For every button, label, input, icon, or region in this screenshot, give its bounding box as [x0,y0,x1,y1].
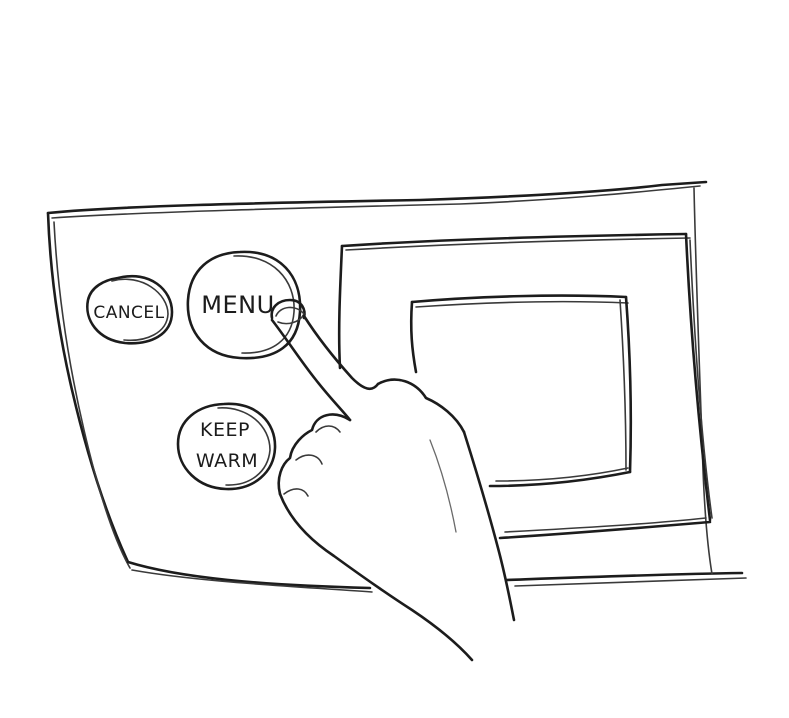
keep-warm-button-label-line2: WARM [196,450,258,472]
control-panel-sketch: CANCEL MENU KEEP WARM [46,180,747,662]
menu-button-label: MENU [201,291,274,319]
cancel-button[interactable]: CANCEL [86,275,174,345]
display-frame [337,232,713,540]
display-screen [409,294,633,488]
menu-button[interactable]: MENU [186,250,302,360]
pointing-hand-icon [270,298,516,662]
keep-warm-button[interactable]: KEEP WARM [176,402,277,491]
cancel-button-label: CANCEL [93,303,164,323]
keep-warm-button-label-line1: KEEP [200,419,250,441]
